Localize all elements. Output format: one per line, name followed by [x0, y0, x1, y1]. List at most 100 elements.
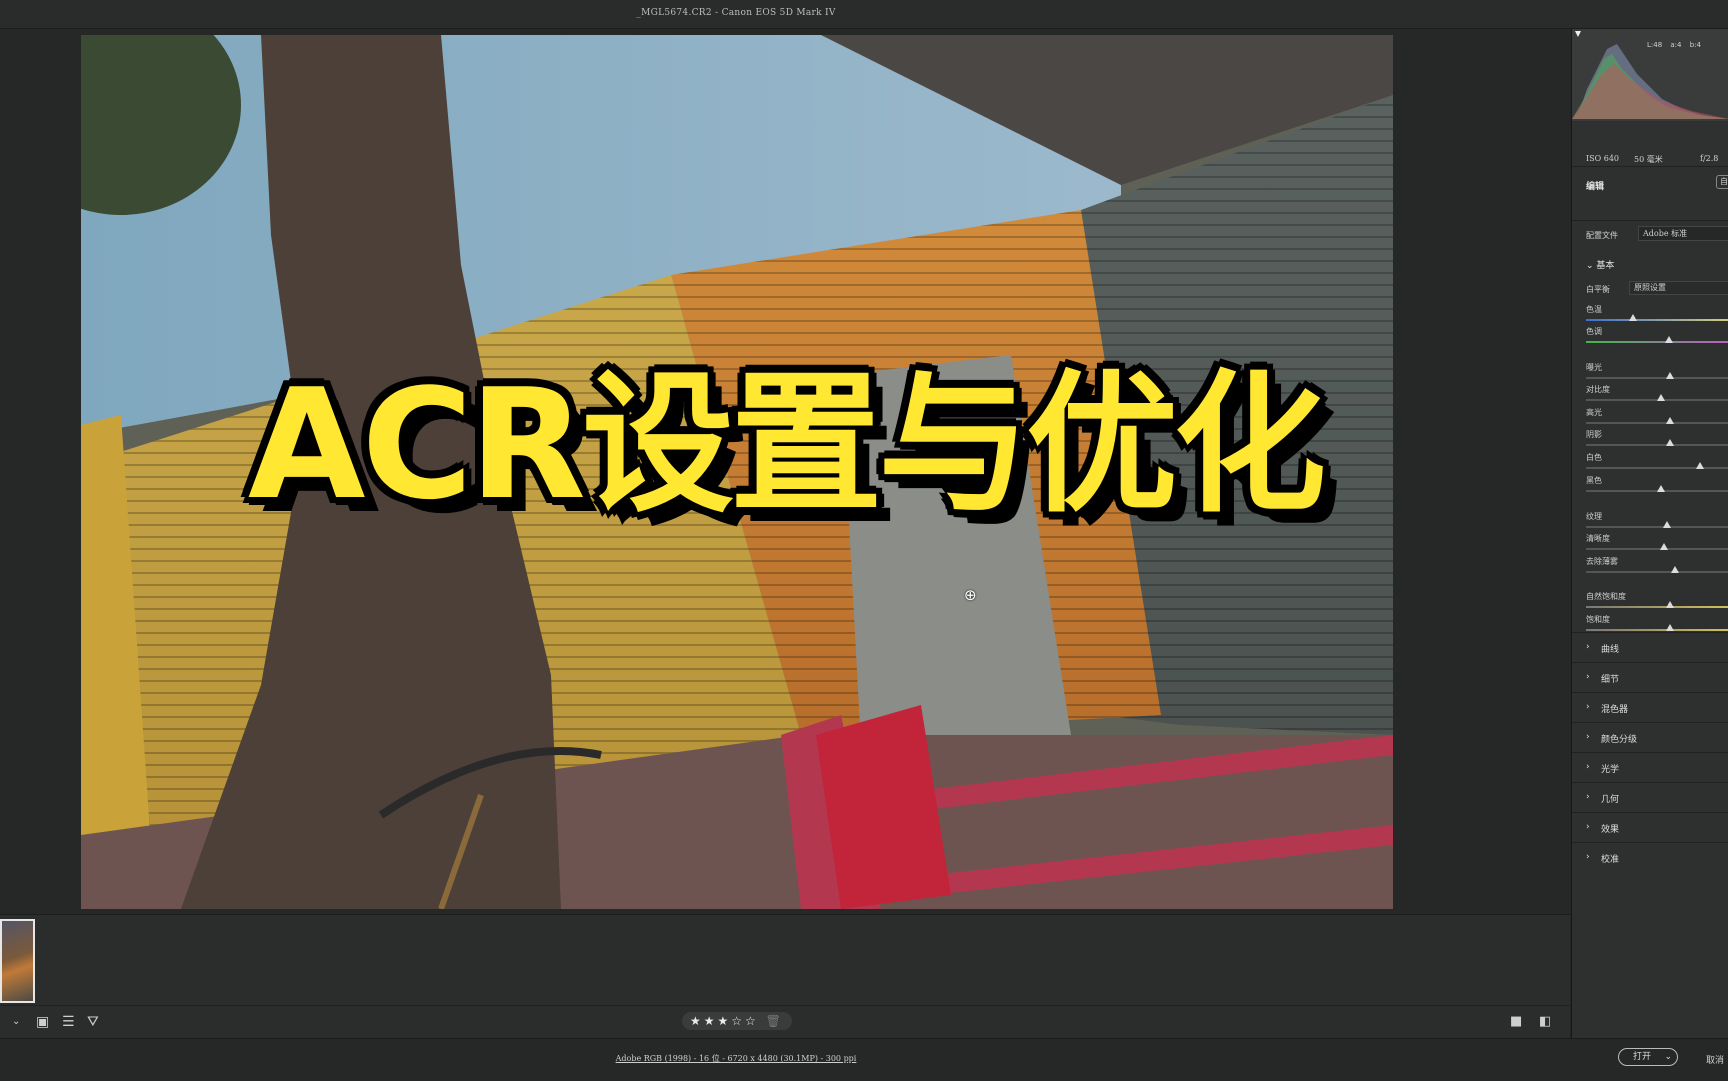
slider-row: 黑色	[1572, 475, 1728, 495]
slider-track[interactable]	[1586, 444, 1728, 446]
exif-iso: ISO 640	[1586, 154, 1620, 163]
panel-section[interactable]: › 效果	[1572, 812, 1728, 842]
panel-section[interactable]: › 几何	[1572, 782, 1728, 812]
filmstrip[interactable]	[0, 914, 1570, 1005]
panel-section[interactable]: › 校准	[1572, 842, 1728, 872]
filmstrip-thumbnail[interactable]	[0, 919, 35, 1003]
star-rating[interactable]: ★★★☆☆ 🗑	[682, 1012, 792, 1030]
slider-thumb[interactable]	[1666, 372, 1674, 379]
profile-label: 配置文件	[1586, 231, 1618, 240]
slider-row: 纹理	[1572, 511, 1728, 531]
slider-track[interactable]	[1586, 548, 1728, 550]
slider-row: 色调	[1572, 326, 1728, 346]
sort-image-icon[interactable]: ▣	[36, 1014, 49, 1030]
panel-section-label: 混色器	[1601, 705, 1629, 715]
slider-thumb[interactable]	[1657, 394, 1665, 401]
auto-button[interactable]: 自	[1716, 175, 1728, 189]
slider-thumb[interactable]	[1660, 543, 1668, 550]
exif-aperture: f/2.8	[1700, 154, 1719, 163]
slider-row: 阴影	[1572, 429, 1728, 449]
slider-track[interactable]	[1586, 629, 1728, 631]
open-dropdown-icon[interactable]: ⌄	[1664, 1049, 1672, 1065]
rating-stars[interactable]: ★★★☆☆	[690, 1014, 759, 1028]
panel-section-label: 曲线	[1601, 645, 1620, 655]
sort-order-icon[interactable]: ☰	[62, 1014, 75, 1030]
compare-view-icon[interactable]: ◧	[1539, 1014, 1551, 1030]
slider-thumb[interactable]	[1657, 485, 1665, 492]
image-canvas[interactable]: ACR设置与优化 ⊕	[0, 29, 1570, 914]
photo-preview[interactable]	[81, 35, 1393, 909]
panel-section[interactable]: › 曲线	[1572, 632, 1728, 662]
trash-icon[interactable]: 🗑	[766, 1014, 784, 1028]
basic-section-header[interactable]: ⌄ 基本	[1586, 258, 1614, 271]
histogram-readout: L:48 a:4 b:4	[1647, 41, 1701, 49]
bottom-toolbar: ⌄ ▣ ☰ ⛛ ★★★☆☆ 🗑 ■ ◧	[0, 1005, 1570, 1038]
basic-header-label: 基本	[1596, 261, 1615, 271]
slider-row: 色温	[1572, 304, 1728, 324]
slider-thumb[interactable]	[1628, 314, 1637, 321]
slider-row: 自然饱和度	[1572, 591, 1728, 611]
slider-row: 去除薄雾	[1572, 556, 1728, 576]
white-balance-label: 白平衡	[1586, 285, 1610, 294]
slider-label: 色调	[1586, 327, 1602, 336]
slider-row: 高光	[1572, 407, 1728, 427]
slider-label: 纹理	[1586, 512, 1602, 521]
slider-track[interactable]	[1586, 571, 1728, 573]
slider-track[interactable]	[1586, 319, 1728, 321]
slider-row: 清晰度	[1572, 533, 1728, 553]
slider-label: 去除薄雾	[1586, 557, 1618, 566]
chevron-down-icon: ⌄	[1586, 261, 1594, 271]
chevron-right-icon: ›	[1586, 702, 1590, 712]
panel-section[interactable]: › 混色器	[1572, 692, 1728, 722]
panel-section-label: 校准	[1601, 855, 1620, 865]
basic-section: ⌄ 基本 白平衡 原照设置 色温 色调 曝光 对比度 高光 阴影 白色 黑色 纹理 清晰度 去除薄雾…	[1572, 248, 1728, 632]
edit-label: 编辑	[1586, 182, 1605, 192]
slider-thumb[interactable]	[1666, 417, 1674, 424]
slider-track[interactable]	[1586, 377, 1728, 379]
status-bar: Adobe RGB (1998) - 16 位 - 6720 x 4480 (3…	[0, 1038, 1728, 1081]
slider-thumb[interactable]	[1696, 462, 1704, 469]
filter-icon[interactable]: ⛛	[87, 1014, 99, 1030]
panel-section-label: 细节	[1601, 675, 1620, 685]
slider-thumb[interactable]	[1663, 521, 1671, 528]
slider-label: 自然饱和度	[1586, 592, 1626, 601]
title-bar: _MGL5674.CR2 - Canon EOS 5D Mark IV	[0, 0, 1728, 29]
slider-track[interactable]	[1586, 526, 1728, 528]
panel-section[interactable]: › 细节	[1572, 662, 1728, 692]
chevron-right-icon: ›	[1586, 732, 1590, 742]
single-view-icon[interactable]: ■	[1510, 1014, 1522, 1030]
profile-row: 配置文件 Adobe 标准	[1572, 220, 1728, 249]
panel-section[interactable]: › 颜色分级	[1572, 722, 1728, 752]
white-balance-select[interactable]: 原照设置	[1629, 281, 1728, 295]
cancel-button[interactable]: 取消	[1706, 1053, 1724, 1066]
slider-track[interactable]	[1586, 422, 1728, 424]
slider-thumb[interactable]	[1666, 601, 1674, 608]
slider-track[interactable]	[1586, 467, 1728, 469]
slider-label: 色温	[1586, 305, 1602, 314]
profile-select[interactable]: Adobe 标准	[1638, 226, 1728, 241]
panel-section-label: 光学	[1601, 765, 1620, 775]
panel-section-label: 几何	[1601, 795, 1620, 805]
slider-row: 饱和度	[1572, 614, 1728, 634]
chevron-right-icon: ›	[1586, 852, 1590, 862]
slider-track[interactable]	[1586, 606, 1728, 608]
slider-thumb[interactable]	[1666, 439, 1674, 446]
slider-thumb[interactable]	[1664, 336, 1673, 343]
white-balance-row: 白平衡 原照设置	[1572, 281, 1728, 297]
chevron-right-icon: ›	[1586, 792, 1590, 802]
window-title: _MGL5674.CR2 - Canon EOS 5D Mark IV	[636, 8, 836, 18]
slider-track[interactable]	[1586, 341, 1728, 343]
slider-thumb[interactable]	[1666, 624, 1674, 631]
slider-thumb[interactable]	[1670, 566, 1679, 573]
slider-label: 曝光	[1586, 363, 1602, 372]
panel-section[interactable]: › 光学	[1572, 752, 1728, 782]
chevron-right-icon: ›	[1586, 762, 1590, 772]
edit-panel: L:48 a:4 b:4 ISO 640 50 毫米 f/2.8 编辑 自 配置…	[1571, 29, 1728, 1038]
open-button[interactable]: 打开 ⌄	[1618, 1048, 1678, 1066]
panel-section-label: 效果	[1601, 825, 1620, 835]
collapse-filmstrip-icon[interactable]: ⌄	[12, 1014, 20, 1030]
workflow-options-link[interactable]: Adobe RGB (1998) - 16 位 - 6720 x 4480 (3…	[0, 1053, 1472, 1064]
panel-section-label: 颜色分级	[1601, 735, 1638, 745]
chevron-right-icon: ›	[1586, 642, 1590, 652]
slider-label: 清晰度	[1586, 534, 1610, 543]
